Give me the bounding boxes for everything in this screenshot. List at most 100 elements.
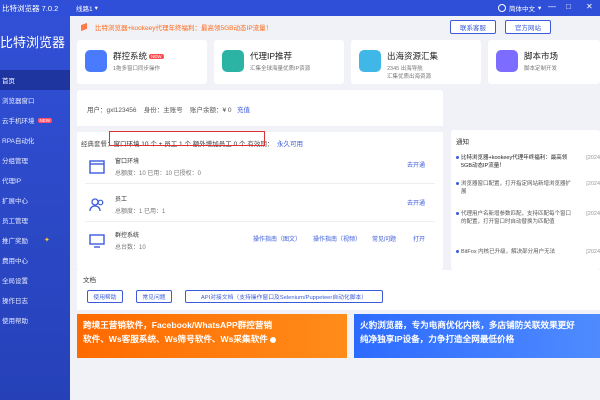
user-label: 用户： bbox=[87, 107, 107, 114]
notice-item[interactable]: BitFox 内核已升级，解决部分用户无法 [2024 bbox=[456, 248, 600, 256]
notice-item[interactable]: 浏览器窗口配置，打开指定网站新增浏览器扩展 [2024 bbox=[456, 180, 600, 196]
card-desc: 1拖多窗口同步操作 bbox=[113, 66, 161, 72]
notice-item[interactable]: 代理用户名新增参数匹配，支持匹配每个窗口的配置，打开窗口时自动替换为匹配值 [20… bbox=[456, 210, 600, 226]
sidebar-item-label: 操作日志 bbox=[2, 298, 28, 305]
sidebar-item-help[interactable]: 使用帮助 bbox=[0, 310, 70, 330]
sidebar-item-label: 代理IP bbox=[2, 178, 22, 185]
sidebar-item-cloud-phone[interactable]: 云手机环境 NEW bbox=[0, 110, 70, 130]
sidebar-item-label: 分组管理 bbox=[2, 158, 28, 165]
banner-line: 纯净独享IP设备，力争打造全网最低价格 bbox=[360, 334, 515, 344]
row-title: 窗口环境 bbox=[115, 159, 140, 165]
sidebar-item-logs[interactable]: 操作日志 bbox=[0, 290, 70, 310]
notice-item-text: 浏览器窗口配置，打开指定网站新增浏览器扩展 bbox=[461, 181, 572, 195]
notice-bar: 比特浏览器+kookeey代理年终福利：最高领5GB动态IP流量！ 联系客服 官… bbox=[77, 19, 597, 35]
validity-value: 永久可用 bbox=[276, 141, 303, 148]
promo-banner-huobao[interactable]: 火豹浏览器，专为电商优化内核，多店铺防关联效果更好 纯净独享IP设备，力争打造全… bbox=[354, 314, 600, 358]
chevron-down-icon: ▾ bbox=[94, 5, 98, 12]
language-select[interactable]: 简体中文 ▾ bbox=[498, 3, 541, 13]
guide-text-link[interactable]: 操作指南（图文） bbox=[253, 234, 301, 243]
card-title: 代理IP推荐 bbox=[250, 51, 293, 61]
sidebar-item-label: 推广奖励 bbox=[2, 238, 28, 245]
globe-icon bbox=[359, 50, 381, 72]
play-icon bbox=[269, 336, 276, 343]
docs-section: 文档 使用帮助 常见问题 API对接文档（支持操作窗口及Selenium/Pup… bbox=[77, 270, 600, 310]
sidebar-item-browser-windows[interactable]: 浏览器窗口 bbox=[0, 90, 70, 110]
faq-button[interactable]: 常见问题 bbox=[136, 290, 172, 303]
sidebar-item-label: 浏览器窗口 bbox=[2, 98, 35, 105]
speaker-icon bbox=[81, 22, 87, 32]
minimize-button[interactable]: — bbox=[548, 2, 556, 12]
sidebar-item-extensions[interactable]: 扩展中心 bbox=[0, 190, 70, 210]
row-divider bbox=[85, 183, 435, 184]
username: gxl123456 bbox=[106, 107, 137, 114]
banner-line: 火豹浏览器，专为电商优化内核，多店铺防关联效果更好 bbox=[360, 320, 575, 330]
sidebar-item-staff[interactable]: 员工管理 bbox=[0, 210, 70, 230]
script-icon bbox=[496, 50, 518, 72]
card-title: 出海资源汇集 bbox=[387, 51, 439, 61]
top-bar: 比特浏览器 7.0.2 线路1 ▾ 简体中文 ▾ — □ ✕ bbox=[0, 0, 600, 16]
bullet-icon bbox=[456, 182, 459, 186]
group-control-icon bbox=[85, 50, 107, 72]
recharge-link[interactable]: 充值 bbox=[237, 107, 250, 114]
card-resources[interactable]: 出海资源汇集 2345 出海导航 汇集优质出海资源 bbox=[351, 40, 481, 84]
sidebar-item-label: RPA自动化 bbox=[2, 138, 35, 145]
docs-title: 文档 bbox=[83, 277, 96, 284]
card-desc: 脚本定制开发 bbox=[524, 66, 558, 72]
card-script-market[interactable]: 脚本市场 脚本定制开发 bbox=[488, 40, 600, 84]
row-sub: 总台数：10 bbox=[115, 245, 146, 251]
proxy-ip-icon bbox=[222, 50, 244, 72]
sidebar-item-rpa[interactable]: RPA自动化 bbox=[0, 130, 70, 150]
notice-item-date: [2024 bbox=[586, 211, 600, 217]
balance-value: ¥ 0 bbox=[222, 107, 232, 114]
line-select[interactable]: 线路1 ▾ bbox=[76, 3, 98, 13]
sidebar-item-label: 云手机环境 bbox=[2, 118, 35, 125]
card-desc: 2345 出海导航 bbox=[387, 66, 423, 72]
sidebar-item-proxy-ip[interactable]: 代理IP bbox=[0, 170, 70, 190]
sidebar-item-groups[interactable]: 分组管理 bbox=[0, 150, 70, 170]
open-link[interactable]: 打开 bbox=[413, 234, 425, 243]
notice-item[interactable]: 比特浏览器+kookeey代理年终福利：最高领5GB动态IP流量！ [2024 bbox=[456, 154, 600, 170]
new-badge: NEW bbox=[37, 117, 52, 123]
sidebar-item-referral[interactable]: 推广奖励 ✦ bbox=[0, 230, 70, 250]
card-proxy-ip[interactable]: 代理IP推荐 汇集全球海量优质IP资源 bbox=[214, 40, 344, 84]
sidebar-item-billing[interactable]: 费用中心 bbox=[0, 250, 70, 270]
api-docs-button[interactable]: API对接文档（支持操作窗口及Selenium/Puppeteer自动化脚本） bbox=[185, 290, 383, 303]
notice-item-date: [2024 bbox=[586, 155, 600, 161]
help-button[interactable]: 使用帮助 bbox=[87, 290, 123, 303]
card-group-control[interactable]: 群控系统 NEW 1拖多窗口同步操作 bbox=[77, 40, 207, 84]
app-title: 比特浏览器 7.0.2 bbox=[2, 3, 59, 13]
sidebar-item-label: 费用中心 bbox=[2, 258, 28, 265]
promo-banner-kuajingwang[interactable]: 跨境王营销软件，Facebook/WhatsAPP群控营销 软件、Ws客服系统、… bbox=[77, 314, 347, 358]
sidebar-item-label: 员工管理 bbox=[2, 218, 28, 225]
activate-staff-link[interactable]: 去开通 bbox=[407, 198, 425, 207]
sidebar-item-label: 首页 bbox=[2, 78, 15, 85]
notice-text[interactable]: 比特浏览器+kookeey代理年终福利：最高领5GB动态IP流量！ bbox=[95, 22, 272, 32]
close-button[interactable]: ✕ bbox=[586, 2, 593, 12]
official-site-button[interactable]: 官方网站 bbox=[505, 20, 551, 34]
sidebar-item-home[interactable]: 首页 bbox=[0, 70, 70, 90]
user-info-line: 用户：gxl123456 身份：主账号 账户余额：¥ 0 充值 bbox=[87, 104, 250, 114]
row-title: 群控系统 bbox=[115, 233, 140, 239]
contact-support-button[interactable]: 联系客服 bbox=[450, 20, 496, 34]
card-desc-secondary: 汇集优质出海资源 bbox=[387, 74, 432, 80]
window-icon bbox=[89, 160, 105, 174]
guide-video-link[interactable]: 操作指南（视频） bbox=[313, 234, 361, 243]
api-docs-label: API对接文档（支持操作窗口及Selenium/Puppeteer自动化脚本） bbox=[200, 295, 368, 301]
sidebar-item-label: 扩展中心 bbox=[2, 198, 28, 205]
sidebar: 比特浏览器 首页 浏览器窗口 云手机环境 NEW RPA自动化 分组管理 代理IP… bbox=[0, 16, 70, 400]
row-sub: 总额度：10 已用：10 已授权：0 bbox=[115, 171, 202, 177]
card-title: 脚本市场 bbox=[524, 51, 559, 61]
account-panel: 用户：gxl123456 身份：主账号 账户余额：¥ 0 充值 经典套餐：窗口环… bbox=[77, 90, 443, 270]
row-divider bbox=[85, 221, 435, 222]
users-icon bbox=[89, 198, 104, 212]
banner-line: 软件、Ws客服系统、Ws筛号软件、Ws采集软件 bbox=[83, 334, 268, 344]
faq-link[interactable]: 常见问题 bbox=[372, 234, 396, 243]
maximize-button[interactable]: □ bbox=[566, 2, 571, 12]
sidebar-item-settings[interactable]: 全局设置 bbox=[0, 270, 70, 290]
card-desc: 汇集全球海量优质IP资源 bbox=[250, 66, 311, 72]
activate-windows-link[interactable]: 去开通 bbox=[407, 160, 425, 169]
notice-panel-title: 通知 bbox=[456, 139, 469, 146]
contact-support-label: 联系客服 bbox=[460, 25, 486, 32]
chevron-down-icon: ▾ bbox=[538, 5, 542, 12]
sidebar-item-label: 全局设置 bbox=[2, 278, 28, 285]
